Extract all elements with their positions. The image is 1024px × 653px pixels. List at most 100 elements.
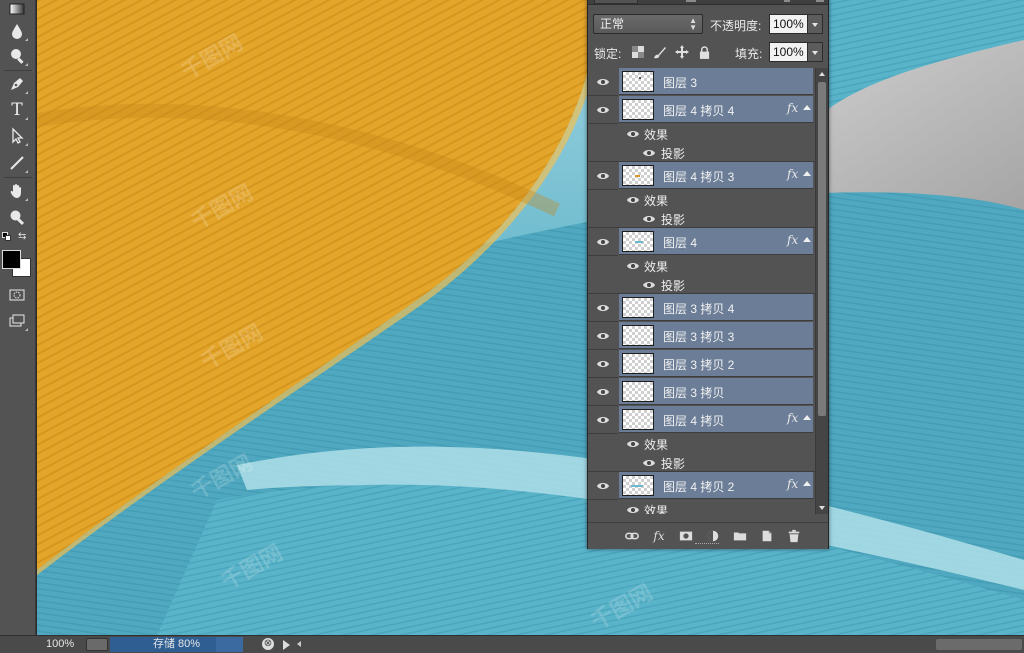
horizontal-scrollbar-thumb[interactable]: [936, 639, 1022, 650]
visibility-eye-icon[interactable]: [596, 237, 610, 247]
drop-shadow-row[interactable]: 投影: [588, 453, 815, 472]
visibility-eye-icon[interactable]: [596, 105, 610, 115]
adjustment-layer-icon[interactable]: [705, 528, 721, 544]
drop-shadow-eye-icon[interactable]: [642, 458, 656, 468]
lock-all-icon[interactable]: [697, 45, 711, 59]
layer-thumbnail: [622, 325, 654, 346]
lock-image-pixels-icon[interactable]: [652, 45, 666, 59]
save-progress-bar: 存储 80%: [110, 637, 243, 652]
swap-colors-icon[interactable]: ⇆: [18, 232, 30, 242]
document-canvas[interactable]: 千图网 千图网 千图网 千图网 千图网 千图网: [37, 0, 1024, 635]
panel-tab[interactable]: [594, 0, 638, 4]
scroll-down-icon[interactable]: [819, 506, 825, 510]
gradient-tool[interactable]: [5, 0, 29, 22]
layer-list[interactable]: 图层 3 图层 4 拷贝 4 fx 效果 投影 图层 4 拷贝 3 fx 效果 …: [588, 68, 815, 514]
effects-eye-icon[interactable]: [626, 439, 640, 449]
drop-shadow-row[interactable]: 投影: [588, 143, 815, 162]
effects-row[interactable]: 效果: [588, 256, 815, 275]
panel-menu-icon[interactable]: [784, 0, 790, 2]
drop-shadow-label: 投影: [661, 213, 686, 227]
effects-row[interactable]: 效果: [588, 190, 815, 209]
drop-shadow-row[interactable]: 投影: [588, 275, 815, 294]
new-group-icon[interactable]: [732, 528, 748, 544]
effects-row[interactable]: 效果: [588, 500, 815, 514]
visibility-eye-icon[interactable]: [596, 303, 610, 313]
drop-shadow-eye-icon[interactable]: [642, 214, 656, 224]
delete-layer-icon[interactable]: [786, 528, 802, 544]
layer-row[interactable]: 图层 3: [588, 68, 815, 96]
layer-row[interactable]: 图层 4 拷贝 3 fx: [588, 162, 815, 190]
layer-row[interactable]: 图层 4 拷贝 fx: [588, 406, 815, 434]
lock-position-icon[interactable]: [675, 45, 689, 59]
quick-mask-icon: [9, 289, 25, 301]
scrollbar-thumb[interactable]: [818, 82, 826, 416]
visibility-eye-icon[interactable]: [596, 331, 610, 341]
effects-toggle-icon[interactable]: [803, 481, 811, 486]
type-icon: T: [11, 100, 23, 120]
effects-toggle-icon[interactable]: [803, 237, 811, 242]
visibility-eye-icon[interactable]: [596, 77, 610, 87]
layer-thumbnail: [622, 409, 654, 430]
pen-tool[interactable]: [5, 73, 29, 95]
effects-toggle-icon[interactable]: [803, 415, 811, 420]
save-progress-text: 存储 80%: [152, 638, 201, 650]
effects-eye-icon[interactable]: [626, 261, 640, 271]
layer-row[interactable]: 图层 3 拷贝 3: [588, 322, 815, 350]
scroll-up-icon[interactable]: [819, 72, 825, 76]
new-layer-icon[interactable]: [759, 528, 775, 544]
drop-shadow-eye-icon[interactable]: [642, 280, 656, 290]
add-mask-icon[interactable]: [678, 528, 694, 544]
hand-tool[interactable]: [5, 180, 29, 202]
cancel-save-icon[interactable]: ⊗: [262, 638, 274, 650]
filter-icon[interactable]: [686, 0, 696, 2]
drop-shadow-row[interactable]: 投影: [588, 209, 815, 228]
fill-field[interactable]: 100%: [769, 42, 823, 62]
layer-row[interactable]: 图层 3 拷贝 2: [588, 350, 815, 378]
dodge-tool[interactable]: [5, 45, 29, 67]
drop-shadow-eye-icon[interactable]: [642, 148, 656, 158]
resize-grip[interactable]: [695, 543, 719, 545]
opacity-value: 100%: [773, 17, 804, 31]
path-selection-tool[interactable]: [5, 125, 29, 147]
link-layers-icon[interactable]: [624, 528, 640, 544]
visibility-eye-icon[interactable]: [596, 481, 610, 491]
layer-row[interactable]: 图层 4 fx: [588, 228, 815, 256]
effects-row[interactable]: 效果: [588, 434, 815, 453]
effects-row[interactable]: 效果: [588, 124, 815, 143]
visibility-eye-icon[interactable]: [596, 359, 610, 369]
visibility-eye-icon[interactable]: [596, 171, 610, 181]
layers-panel-footer: fx: [588, 522, 828, 549]
blend-mode-select[interactable]: 正常 ▲ ▼: [593, 14, 703, 34]
visibility-eye-icon[interactable]: [596, 387, 610, 397]
layer-row[interactable]: 图层 4 拷贝 4 fx: [588, 96, 815, 124]
effects-eye-icon[interactable]: [626, 505, 640, 514]
visibility-eye-icon[interactable]: [596, 415, 610, 425]
layer-row[interactable]: 图层 3 拷贝: [588, 378, 815, 406]
line-tool[interactable]: [5, 152, 29, 174]
opacity-dropdown-button[interactable]: [807, 15, 822, 33]
blur-tool[interactable]: [5, 20, 29, 42]
fx-icon[interactable]: fx: [651, 528, 667, 544]
layer-row[interactable]: 图层 3 拷贝 4: [588, 294, 815, 322]
opacity-field[interactable]: 100%: [769, 14, 823, 34]
quick-mask-button[interactable]: [5, 284, 29, 306]
lock-transparent-pixels-icon[interactable]: [631, 45, 645, 59]
scroll-left-arrow-icon[interactable]: [297, 641, 301, 647]
layers-scrollbar[interactable]: [815, 68, 828, 514]
zoom-level-field[interactable]: 100%: [40, 637, 84, 652]
layer-name: 图层 3 拷贝 4: [663, 302, 735, 316]
doc-info-icon[interactable]: [86, 638, 108, 651]
screen-mode-button[interactable]: [5, 310, 29, 332]
effects-toggle-icon[interactable]: [803, 171, 811, 176]
effects-toggle-icon[interactable]: [803, 105, 811, 110]
layer-row[interactable]: 图层 4 拷贝 2 fx: [588, 472, 815, 500]
status-menu-arrow-icon[interactable]: [283, 640, 290, 650]
zoom-tool[interactable]: [5, 206, 29, 228]
effects-eye-icon[interactable]: [626, 195, 640, 205]
default-colors-button[interactable]: [2, 232, 12, 242]
panel-collapse-icon[interactable]: [816, 0, 824, 2]
type-tool[interactable]: T: [5, 99, 29, 121]
foreground-color-swatch[interactable]: [2, 250, 21, 269]
effects-eye-icon[interactable]: [626, 129, 640, 139]
fill-dropdown-button[interactable]: [807, 43, 822, 61]
